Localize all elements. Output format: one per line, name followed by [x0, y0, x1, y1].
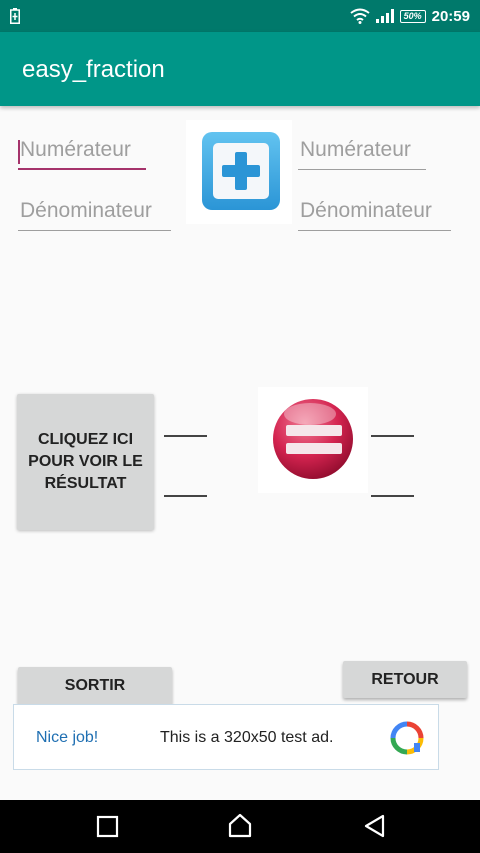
- ad-headline: Nice job!: [36, 729, 99, 746]
- home-icon[interactable]: [228, 813, 252, 839]
- wifi-icon: [349, 8, 370, 24]
- numerator-2-input[interactable]: Numérateur: [298, 134, 426, 170]
- equals-icon: [273, 399, 353, 479]
- ad-choices-icon: [390, 721, 424, 755]
- ad-message: This is a 320x50 test ad.: [160, 729, 334, 746]
- signal-icon: [375, 9, 394, 23]
- app-bar: easy_fraction: [0, 32, 480, 106]
- result-numerator-line: [164, 435, 207, 437]
- ad-banner[interactable]: Nice job! This is a 320x50 test ad.: [13, 704, 439, 770]
- show-result-button[interactable]: CLIQUEZ ICI POUR VOIR LE RÉSULTAT: [17, 394, 154, 530]
- back-button[interactable]: RETOUR: [343, 661, 467, 698]
- result-line-right-bottom: [371, 495, 414, 497]
- status-time: 20:59: [431, 7, 470, 25]
- battery-icon: 50%: [399, 9, 426, 23]
- equals-operator: [258, 387, 368, 493]
- denominator-1-input[interactable]: Dénominateur: [18, 195, 171, 231]
- numerator-1-placeholder: Numérateur: [20, 138, 131, 161]
- exit-button[interactable]: SORTIR: [18, 667, 172, 705]
- result-denominator-line: [164, 495, 207, 497]
- recents-icon[interactable]: [96, 813, 120, 839]
- denominator-2-input[interactable]: Dénominateur: [298, 195, 451, 231]
- plus-operator[interactable]: [186, 120, 292, 224]
- battery-charging-icon: [10, 8, 20, 24]
- numerator-1-input[interactable]: Numérateur: [18, 134, 146, 170]
- numerator-2-placeholder: Numérateur: [300, 138, 411, 161]
- app-title: easy_fraction: [22, 56, 165, 83]
- plus-icon: [202, 132, 280, 210]
- navigation-bar: [0, 800, 480, 853]
- back-icon[interactable]: [363, 813, 387, 839]
- denominator-2-placeholder: Dénominateur: [300, 199, 432, 222]
- denominator-1-placeholder: Dénominateur: [20, 199, 152, 222]
- status-bar: 50% 20:59: [0, 0, 480, 32]
- result-line-right-top: [371, 435, 414, 437]
